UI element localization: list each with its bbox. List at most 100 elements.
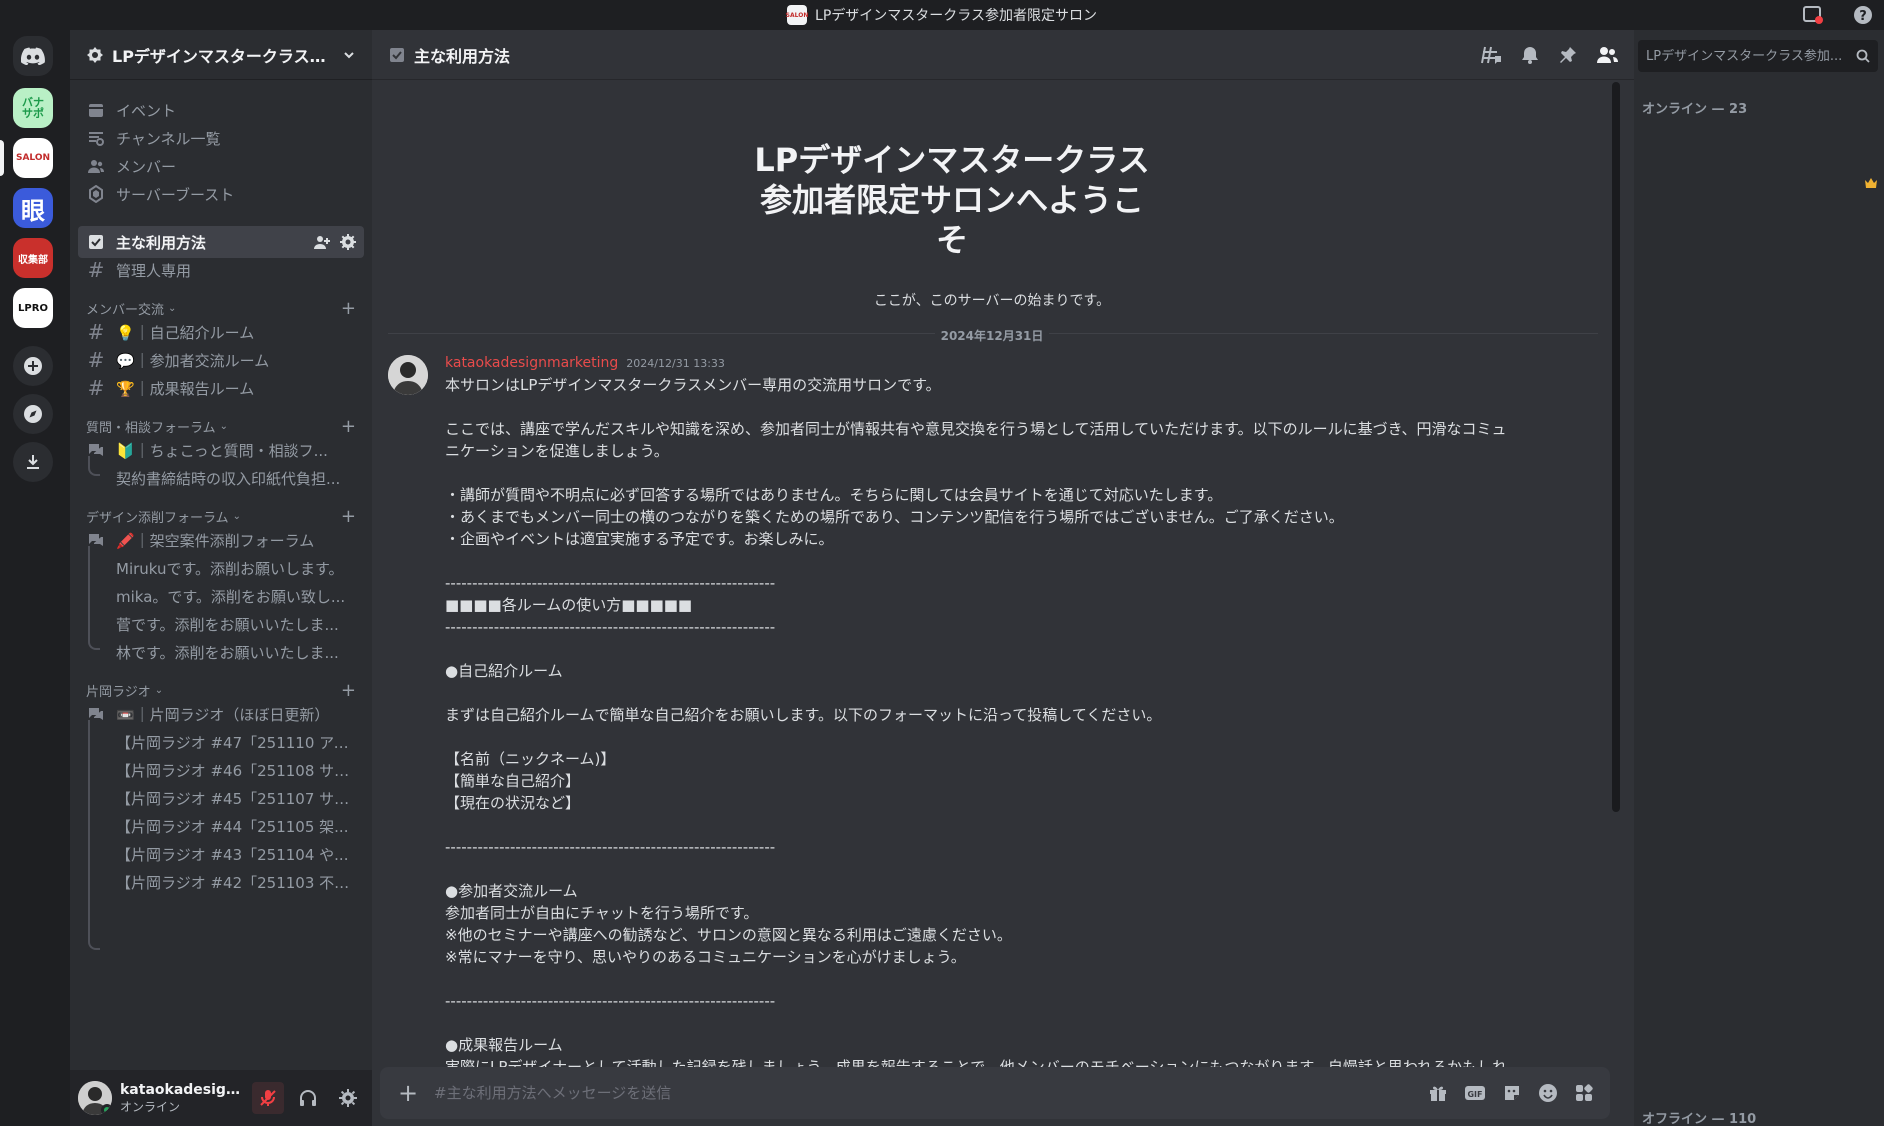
message-line: 【現在の状況など】: [445, 794, 581, 812]
search-input[interactable]: [1646, 48, 1850, 64]
channel-title: 主な利用方法: [414, 46, 511, 66]
inbox-icon[interactable]: [1802, 4, 1824, 26]
category-label: メンバー交流: [86, 302, 165, 318]
member-list-icon[interactable]: [1596, 45, 1618, 65]
pin-icon[interactable]: [1558, 45, 1578, 65]
online-status-dot: [101, 1104, 112, 1115]
crown-icon: [1864, 177, 1878, 189]
channel-sidebar: LPデザインマスタークラス参... イベント チャンネル一覧 メンバー サーバー…: [70, 30, 372, 1126]
username: kataokadesignmarketi...: [120, 1081, 244, 1098]
notification-bell-icon[interactable]: [1520, 45, 1540, 65]
chevron-down-icon: ⌄: [232, 510, 242, 522]
threads-icon[interactable]: [1480, 44, 1502, 66]
member-entries-panel: [1634, 120, 1858, 1090]
message-input[interactable]: [434, 1084, 1414, 1102]
rules-channel-icon: [86, 232, 106, 252]
rules-channel-icon: [388, 46, 406, 64]
category-label: 片岡ラジオ: [86, 684, 151, 700]
avatar[interactable]: [78, 1081, 112, 1115]
avatar[interactable]: [388, 355, 428, 395]
message-line: [445, 1012, 1585, 1034]
message-line: [445, 858, 1585, 880]
apps-icon[interactable]: [1574, 1083, 1594, 1103]
user-status: オンライン: [120, 1099, 181, 1114]
message-line: [445, 968, 1585, 990]
chevron-down-icon: [342, 48, 356, 62]
sticker-icon[interactable]: [1502, 1083, 1522, 1103]
invite-icon[interactable]: [314, 234, 330, 250]
channel-label: 🔰｜ちょこっと質問・相談フ...: [116, 441, 328, 460]
thread-label: 林です。添削をお願いいたしま...: [116, 643, 339, 662]
emoji-icon[interactable]: [1538, 1083, 1558, 1103]
channel-results-report[interactable]: # 🏆｜成果報告ルーム: [78, 372, 364, 404]
date-divider-label: 2024年12月31日: [934, 329, 1050, 343]
category-member-exchange[interactable]: メンバー交流 ⌄ +: [70, 298, 372, 319]
scrollbar[interactable]: [1612, 82, 1620, 812]
message-line: ----------------------------------------…: [445, 992, 776, 1010]
nav-events-label: イベント: [116, 101, 177, 120]
server-lpro[interactable]: LPRO: [13, 288, 53, 328]
category-kataoka-radio[interactable]: 片岡ラジオ ⌄ +: [70, 680, 372, 701]
thread-label: 【片岡ラジオ #44「251105 架...: [116, 817, 349, 836]
attach-plus-icon[interactable]: +: [396, 1079, 420, 1107]
help-icon[interactable]: ?: [1852, 4, 1874, 26]
user-settings-icon[interactable]: [332, 1082, 364, 1114]
thread-label: mika。です。添削をお願い致し...: [116, 587, 346, 606]
server-logo-icon: SALON: [786, 5, 808, 25]
message-line: [445, 726, 1585, 748]
channel-admin-only-label: 管理人専用: [116, 261, 192, 280]
server-name: LPデザインマスタークラス参...: [112, 46, 334, 66]
message-line: ----------------------------------------…: [445, 574, 776, 592]
server-lp-design-salon[interactable]: SALON: [13, 138, 53, 178]
server-lp-collection[interactable]: 収集部: [13, 238, 53, 278]
thread-item[interactable]: 【片岡ラジオ #42「251103 不明...: [78, 866, 364, 898]
hash-icon: #: [87, 320, 105, 344]
channel-main-usage-label: 主な利用方法: [116, 233, 207, 252]
category-qa-forum[interactable]: 質問・相談フォーラム ⌄ +: [70, 416, 372, 437]
svg-text:?: ?: [1859, 9, 1867, 24]
search-icon[interactable]: [1856, 49, 1870, 63]
thread-label: 【片岡ラジオ #47「251110 アン...: [116, 733, 356, 752]
message-body: 本サロンはLPデザインマスタークラスメンバー専用の交流用サロンです。 ここでは、講…: [445, 374, 1585, 1080]
channel-admin-only[interactable]: # 管理人専用: [78, 254, 364, 286]
thread-item[interactable]: 契約書締結時の収入印紙代負担...: [78, 462, 364, 494]
category-design-review[interactable]: デザイン添削フォーラム ⌄ +: [70, 506, 372, 527]
window-title-area: SALON LPデザインマスタークラス参加者限定サロン: [0, 0, 1884, 30]
mute-mic-icon[interactable]: [252, 1082, 284, 1114]
download-icon[interactable]: [13, 442, 53, 482]
server-me[interactable]: 眼: [13, 188, 53, 228]
gift-icon[interactable]: [1428, 1083, 1448, 1103]
svg-text:GIF: GIF: [1467, 1090, 1482, 1099]
user-info[interactable]: kataokadesignmarketi... オンライン: [120, 1082, 244, 1115]
server-badge-icon: [86, 46, 104, 64]
hash-icon: #: [87, 376, 105, 400]
message-line: ●成果報告ルーム: [445, 1036, 563, 1054]
channel-label: 🏆｜成果報告ルーム: [116, 379, 255, 398]
gif-icon[interactable]: GIF: [1464, 1083, 1486, 1103]
discord-home-icon[interactable]: [13, 36, 53, 76]
calendar-icon: [86, 100, 106, 120]
thread-label: 菅です。添削をお願いいたしま...: [116, 615, 339, 634]
headphones-icon[interactable]: [292, 1082, 324, 1114]
welcome-subtitle: ここが、このサーバーの始まりです。: [873, 293, 1111, 309]
date-divider: 2024年12月31日: [372, 325, 1612, 344]
chevron-down-icon: ⌄: [168, 302, 177, 314]
channel-settings-icon[interactable]: [340, 234, 356, 250]
add-server-icon[interactable]: [13, 346, 53, 386]
nav-server-boost[interactable]: サーバーブースト: [78, 178, 364, 210]
message-line: [445, 462, 1585, 484]
thread-label: Mirukuです。添削お願いします。: [116, 559, 344, 578]
message-author[interactable]: kataokadesignmarketing: [445, 355, 618, 371]
message-line: 【名前（ニックネーム)】: [445, 750, 616, 768]
message-line: ●自己紹介ルーム: [445, 662, 563, 680]
nav-server-boost-label: サーバーブースト: [116, 185, 235, 204]
thread-item[interactable]: 林です。添削をお願いいたしま...: [78, 636, 364, 668]
thread-label: 【片岡ラジオ #42「251103 不明...: [116, 873, 356, 892]
discover-icon[interactable]: [13, 394, 53, 434]
server-banasapo[interactable]: バナ サポ: [13, 88, 53, 128]
search-box: [1638, 40, 1878, 72]
message-line: [445, 638, 1585, 660]
message-line: 本サロンはLPデザインマスタークラスメンバー専用の交流用サロンです。: [445, 376, 941, 394]
channel-browse-icon: [86, 128, 106, 148]
server-header[interactable]: LPデザインマスタークラス参...: [70, 30, 372, 80]
